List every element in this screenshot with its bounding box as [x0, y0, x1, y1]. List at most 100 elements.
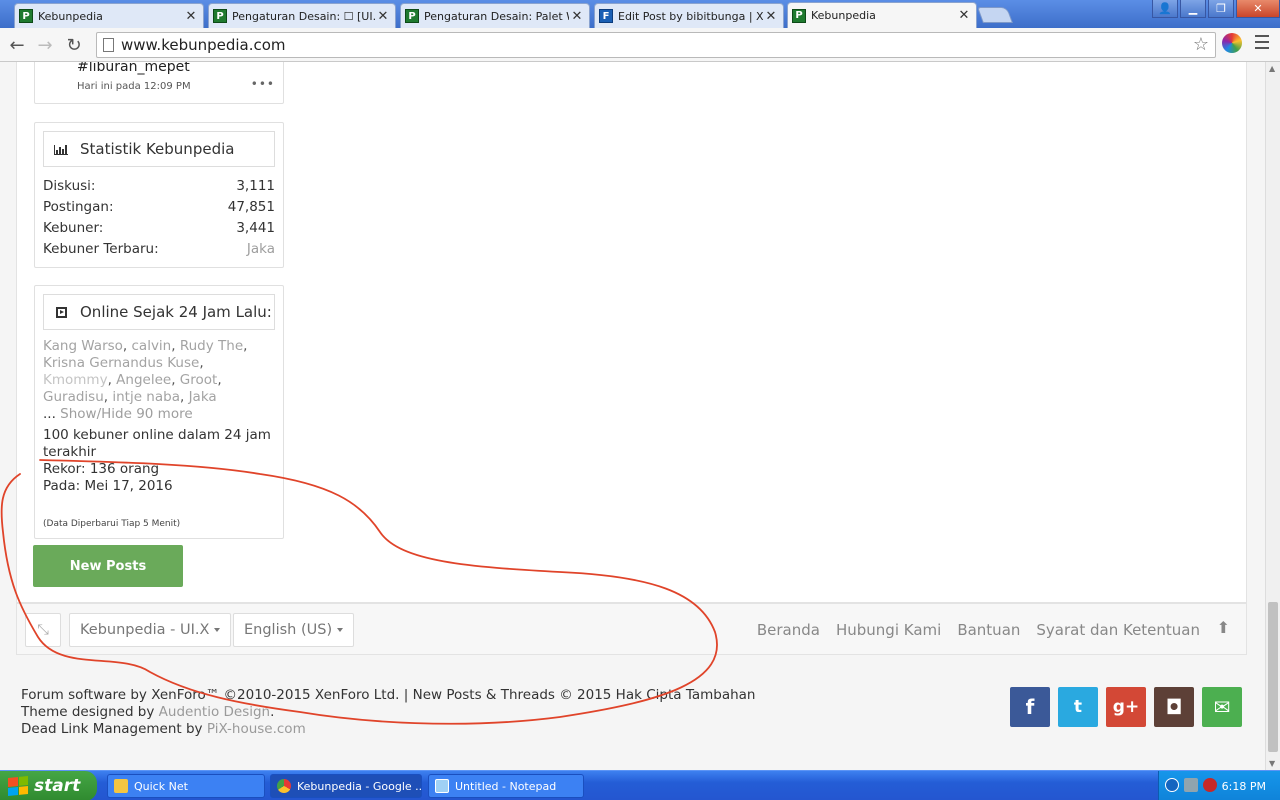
online-user-link[interactable]: Angelee: [116, 372, 171, 388]
tab-pengaturan-desain-palet[interactable]: P Pengaturan Desain: Palet Wa ✕: [400, 3, 590, 28]
xenforo-favicon: F: [599, 9, 613, 23]
tab-kebunpedia-1[interactable]: P Kebunpedia ✕: [14, 3, 204, 28]
email-icon[interactable]: ✉: [1202, 687, 1242, 727]
language-chooser-label: English (US): [244, 622, 333, 638]
tab-close-icon[interactable]: ✕: [763, 9, 779, 24]
online-user-link[interactable]: Krisna Gernandus Kuse: [43, 355, 199, 371]
online-user-link[interactable]: Rudy The: [180, 338, 243, 354]
new-tab-button[interactable]: [977, 7, 1013, 23]
instagram-icon[interactable]: ◘: [1154, 687, 1194, 727]
profile-icon[interactable]: 👤: [1152, 0, 1178, 18]
kebunpedia-favicon: P: [405, 9, 419, 23]
tab-kebunpedia-active[interactable]: P Kebunpedia ✕: [787, 2, 977, 28]
tab-label: Edit Post by bibitbunga | Xen: [618, 9, 763, 23]
online-user-link[interactable]: calvin: [132, 338, 172, 354]
tab-edit-post[interactable]: F Edit Post by bibitbunga | Xen ✕: [594, 3, 784, 28]
stat-row-diskusi: Diskusi: 3,111: [35, 175, 283, 196]
twitter-icon[interactable]: t: [1058, 687, 1098, 727]
clock: 6:18 PM: [1221, 779, 1266, 793]
footer-link-syarat[interactable]: Syarat dan Ketentuan: [1036, 621, 1200, 639]
chrome-menu-icon[interactable]: [1255, 35, 1269, 49]
online-user-link[interactable]: intje naba: [112, 389, 180, 405]
windows-logo-icon: [8, 775, 28, 797]
copyright-block: Forum software by XenForo™ ©2010-2015 Xe…: [21, 687, 755, 738]
stat-label: Kebuner:: [43, 219, 104, 236]
stat-row-kebuner: Kebuner: 3,441: [35, 217, 283, 238]
back-arrow-icon[interactable]: ←: [5, 33, 29, 57]
address-bar[interactable]: www.kebunpedia.com ☆: [96, 32, 1216, 58]
online-user-link[interactable]: Kmommy: [43, 372, 108, 388]
footer-link-bantuan[interactable]: Bantuan: [957, 621, 1020, 639]
facebook-icon[interactable]: f: [1010, 687, 1050, 727]
online-user-link[interactable]: Jaka: [189, 389, 217, 405]
start-button[interactable]: start: [0, 771, 97, 800]
windows-taskbar: start Quick Net Kebunpedia - Google ... …: [0, 770, 1280, 800]
caret-down-icon: [337, 628, 344, 632]
more-options-icon[interactable]: •••: [251, 77, 275, 91]
caret-down-icon: [214, 628, 221, 632]
network-icon[interactable]: [1184, 778, 1198, 792]
tray-collapse-icon[interactable]: [1165, 778, 1179, 792]
restore-icon[interactable]: ❐: [1208, 0, 1234, 18]
page-scrollbar[interactable]: ▲ ▼: [1265, 62, 1280, 770]
start-label: start: [34, 776, 81, 796]
bar-chart-icon: [54, 143, 68, 155]
tab-close-icon[interactable]: ✕: [375, 9, 391, 24]
scroll-up-arrow-icon[interactable]: ▲: [1269, 64, 1275, 73]
tab-close-icon[interactable]: ✕: [956, 8, 972, 23]
stat-value: 3,441: [236, 219, 275, 236]
bookmark-star-icon[interactable]: ☆: [1193, 34, 1209, 55]
status-time: Hari ini pada 12:09 PM: [77, 81, 191, 92]
scrollbar-thumb[interactable]: [1268, 602, 1278, 752]
extension-icon[interactable]: [1222, 33, 1242, 53]
kebunpedia-favicon: P: [19, 9, 33, 23]
stats-widget-title: Statistik Kebunpedia: [80, 140, 235, 158]
collapse-arrows-icon[interactable]: ⤡: [25, 613, 61, 647]
online-user-link[interactable]: Kang Warso: [43, 338, 123, 354]
recent-status-widget: #liburan_mepet Hari ini pada 12:09 PM ••…: [34, 62, 284, 104]
back-to-top-arrow-icon[interactable]: ⬆: [1217, 618, 1230, 637]
online-record-text: Rekor: 136 orang: [43, 461, 160, 477]
stats-widget-header: Statistik Kebunpedia: [43, 131, 275, 167]
kebunpedia-favicon: P: [213, 9, 227, 23]
stat-row-postingan: Postingan: 47,851: [35, 196, 283, 217]
style-chooser-button[interactable]: Kebunpedia - UI.X: [69, 613, 232, 647]
online-widget-title: Online Sejak 24 Jam Lalu:: [80, 303, 272, 321]
taskbar-item-notepad[interactable]: Untitled - Notepad: [428, 774, 584, 798]
tab-close-icon[interactable]: ✕: [183, 9, 199, 24]
minimize-icon[interactable]: ▁: [1180, 0, 1206, 18]
stat-label: Kebuner Terbaru:: [43, 240, 159, 257]
tab-pengaturan-desain-ui[interactable]: P Pengaturan Desain: ☐ [UI.X ✕: [208, 3, 396, 28]
online-widget-header: Online Sejak 24 Jam Lalu:: [43, 294, 275, 330]
reload-icon[interactable]: ↻: [62, 33, 86, 57]
new-posts-button[interactable]: New Posts: [33, 545, 183, 587]
theme-credit-suffix: .: [270, 704, 275, 720]
taskbar-item-quick-net[interactable]: Quick Net: [107, 774, 265, 798]
system-tray: 6:18 PM: [1158, 771, 1280, 800]
google-plus-icon[interactable]: g+: [1106, 687, 1146, 727]
audentio-link[interactable]: Audentio Design: [159, 704, 270, 720]
online-user-link[interactable]: Guradisu: [43, 389, 104, 405]
antivirus-icon[interactable]: [1203, 778, 1217, 792]
language-chooser-button[interactable]: English (US): [233, 613, 355, 647]
show-hide-more-link[interactable]: Show/Hide 90 more: [60, 406, 192, 422]
footer-link-hubungi-kami[interactable]: Hubungi Kami: [836, 621, 941, 639]
footer-link-beranda[interactable]: Beranda: [757, 621, 820, 639]
taskbar-item-label: Quick Net: [134, 779, 188, 793]
newest-member-link[interactable]: Jaka: [247, 241, 275, 257]
online-user-link[interactable]: Groot: [180, 372, 218, 388]
theme-credit-prefix: Theme designed by: [21, 704, 159, 720]
scroll-down-arrow-icon[interactable]: ▼: [1269, 759, 1275, 768]
page-viewport: #liburan_mepet Hari ini pada 12:09 PM ••…: [0, 62, 1265, 770]
update-interval-note: (Data Diperbarui Tiap 5 Menit): [43, 519, 181, 529]
pix-house-link[interactable]: PiX-house.com: [207, 721, 306, 737]
forward-arrow-icon[interactable]: →: [33, 33, 57, 57]
stat-value: 47,851: [227, 198, 275, 215]
quick-net-icon: [114, 779, 128, 793]
status-tag[interactable]: #liburan_mepet: [77, 62, 190, 75]
tab-label: Pengaturan Desain: ☐ [UI.X: [232, 9, 375, 23]
taskbar-item-chrome[interactable]: Kebunpedia - Google ...: [270, 774, 422, 798]
tab-close-icon[interactable]: ✕: [569, 9, 585, 24]
window-close-icon[interactable]: ✕: [1236, 0, 1280, 18]
style-chooser-label: Kebunpedia - UI.X: [80, 622, 210, 638]
